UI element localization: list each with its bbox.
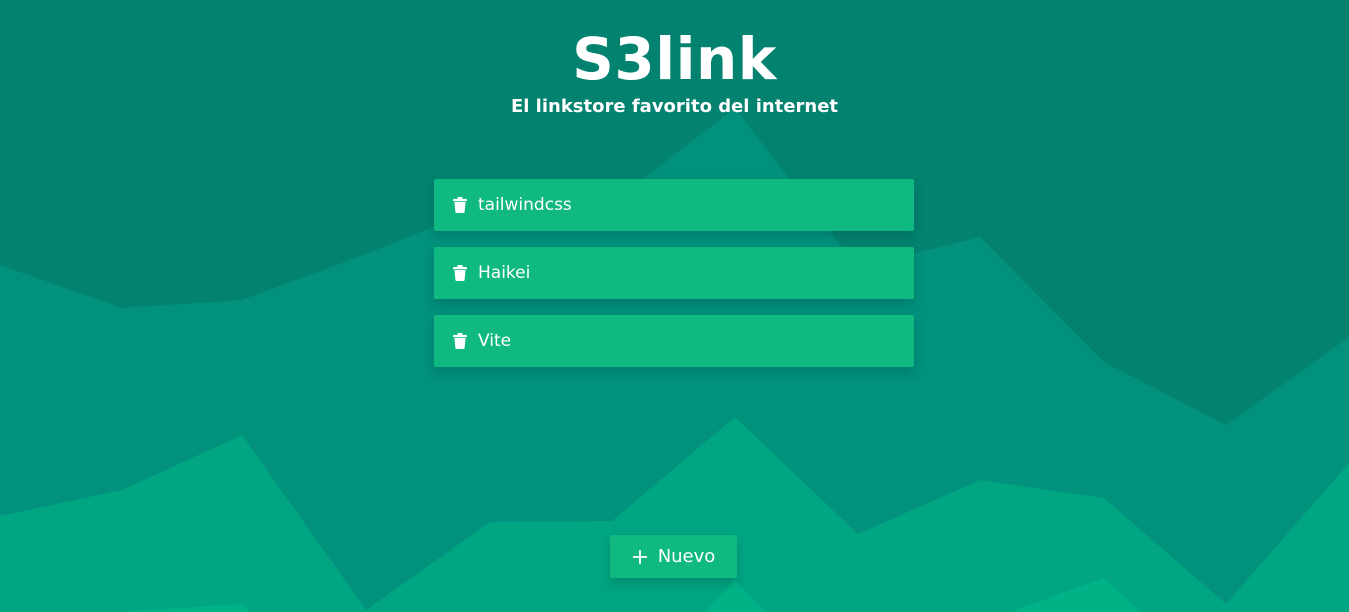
trash-icon[interactable] [452, 196, 468, 214]
link-label: Haikei [478, 262, 531, 283]
page-subtitle: El linkstore favorito del internet [510, 96, 839, 117]
plus-icon [632, 549, 648, 565]
link-list: tailwindcss Haikei Vite [434, 179, 914, 383]
trash-icon[interactable] [452, 264, 468, 282]
trash-icon[interactable] [452, 332, 468, 350]
link-item[interactable]: tailwindcss [434, 179, 914, 231]
new-link-button[interactable]: Nuevo [610, 535, 737, 578]
page-title: S3link [572, 25, 777, 93]
page: S3link El linkstore favorito del interne… [0, 0, 1349, 612]
link-item[interactable]: Haikei [434, 247, 914, 299]
new-button-label: Nuevo [657, 545, 716, 567]
link-label: Vite [478, 330, 512, 351]
link-item[interactable]: Vite [434, 315, 914, 367]
link-label: tailwindcss [478, 194, 572, 215]
